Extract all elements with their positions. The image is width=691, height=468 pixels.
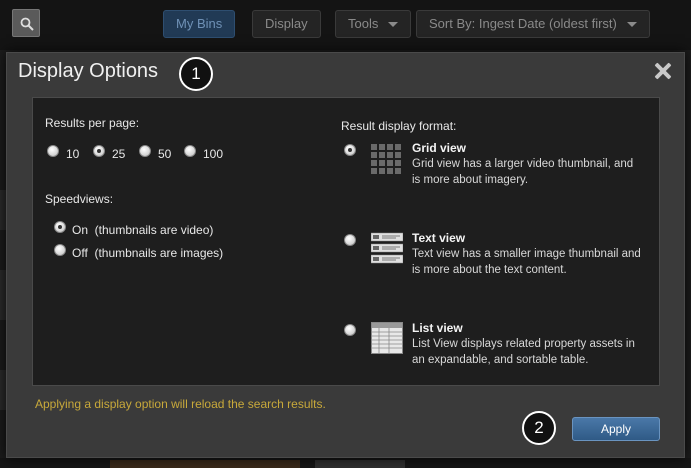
display-options-dialog: Display Options 1 Results per page: 10 2… [6,52,685,458]
search-button[interactable] [12,9,40,37]
radio-results-25[interactable] [93,145,105,157]
results-25-label: 25 [112,147,126,161]
list-view-description: List View displays related property asse… [412,338,635,366]
list-view-title: List view [412,321,463,335]
speedviews-on-label: On (thumbnails are video) [72,223,214,237]
dialog-title: Display Options [18,60,159,82]
radio-text-view[interactable] [344,234,356,246]
tools-dropdown[interactable]: Tools [335,10,412,38]
display-button[interactable]: Display [252,10,321,38]
my-bins-button[interactable]: My Bins [163,10,236,38]
chevron-down-icon [626,22,637,28]
callout-badge-2: 2 [522,411,556,445]
options-panel: Results per page: 10 25 50 100 Speedview… [32,97,660,386]
background-thumbnail [315,460,405,468]
background-thumbnail [110,460,300,468]
radio-speedviews-on[interactable] [54,221,66,233]
speedviews-off-label: Off (thumbnails are images) [72,246,224,260]
results-50-label: 50 [158,147,172,161]
chevron-down-icon [388,22,399,28]
grid-view-icon [371,144,401,179]
callout-badge-1: 1 [179,57,213,91]
radio-results-10[interactable] [47,145,59,157]
grid-view-title: Grid view [412,141,467,155]
apply-button[interactable]: Apply [572,417,660,441]
radio-results-100[interactable] [184,145,196,157]
results-100-label: 100 [203,147,224,161]
text-view-title: Text view [412,231,466,245]
close-icon[interactable] [652,60,674,82]
radio-speedviews-off[interactable] [54,244,66,256]
text-view-icon [370,232,404,269]
sort-dropdown[interactable]: Sort By: Ingest Date (oldest first) [416,10,650,38]
radio-grid-view[interactable] [344,144,356,156]
radio-list-view[interactable] [344,324,356,336]
reload-notice: Applying a display option will reload th… [35,397,326,411]
list-view-icon [371,322,403,359]
speedviews-label: Speedviews: [45,192,114,206]
text-view-description: Text view has a smaller image thumbnail … [412,248,641,276]
results-per-page-label: Results per page: [45,116,140,130]
results-10-label: 10 [66,147,80,161]
result-format-label: Result display format: [341,119,457,133]
grid-view-description: Grid view has a larger video thumbnail, … [412,158,634,186]
radio-results-50[interactable] [139,145,151,157]
